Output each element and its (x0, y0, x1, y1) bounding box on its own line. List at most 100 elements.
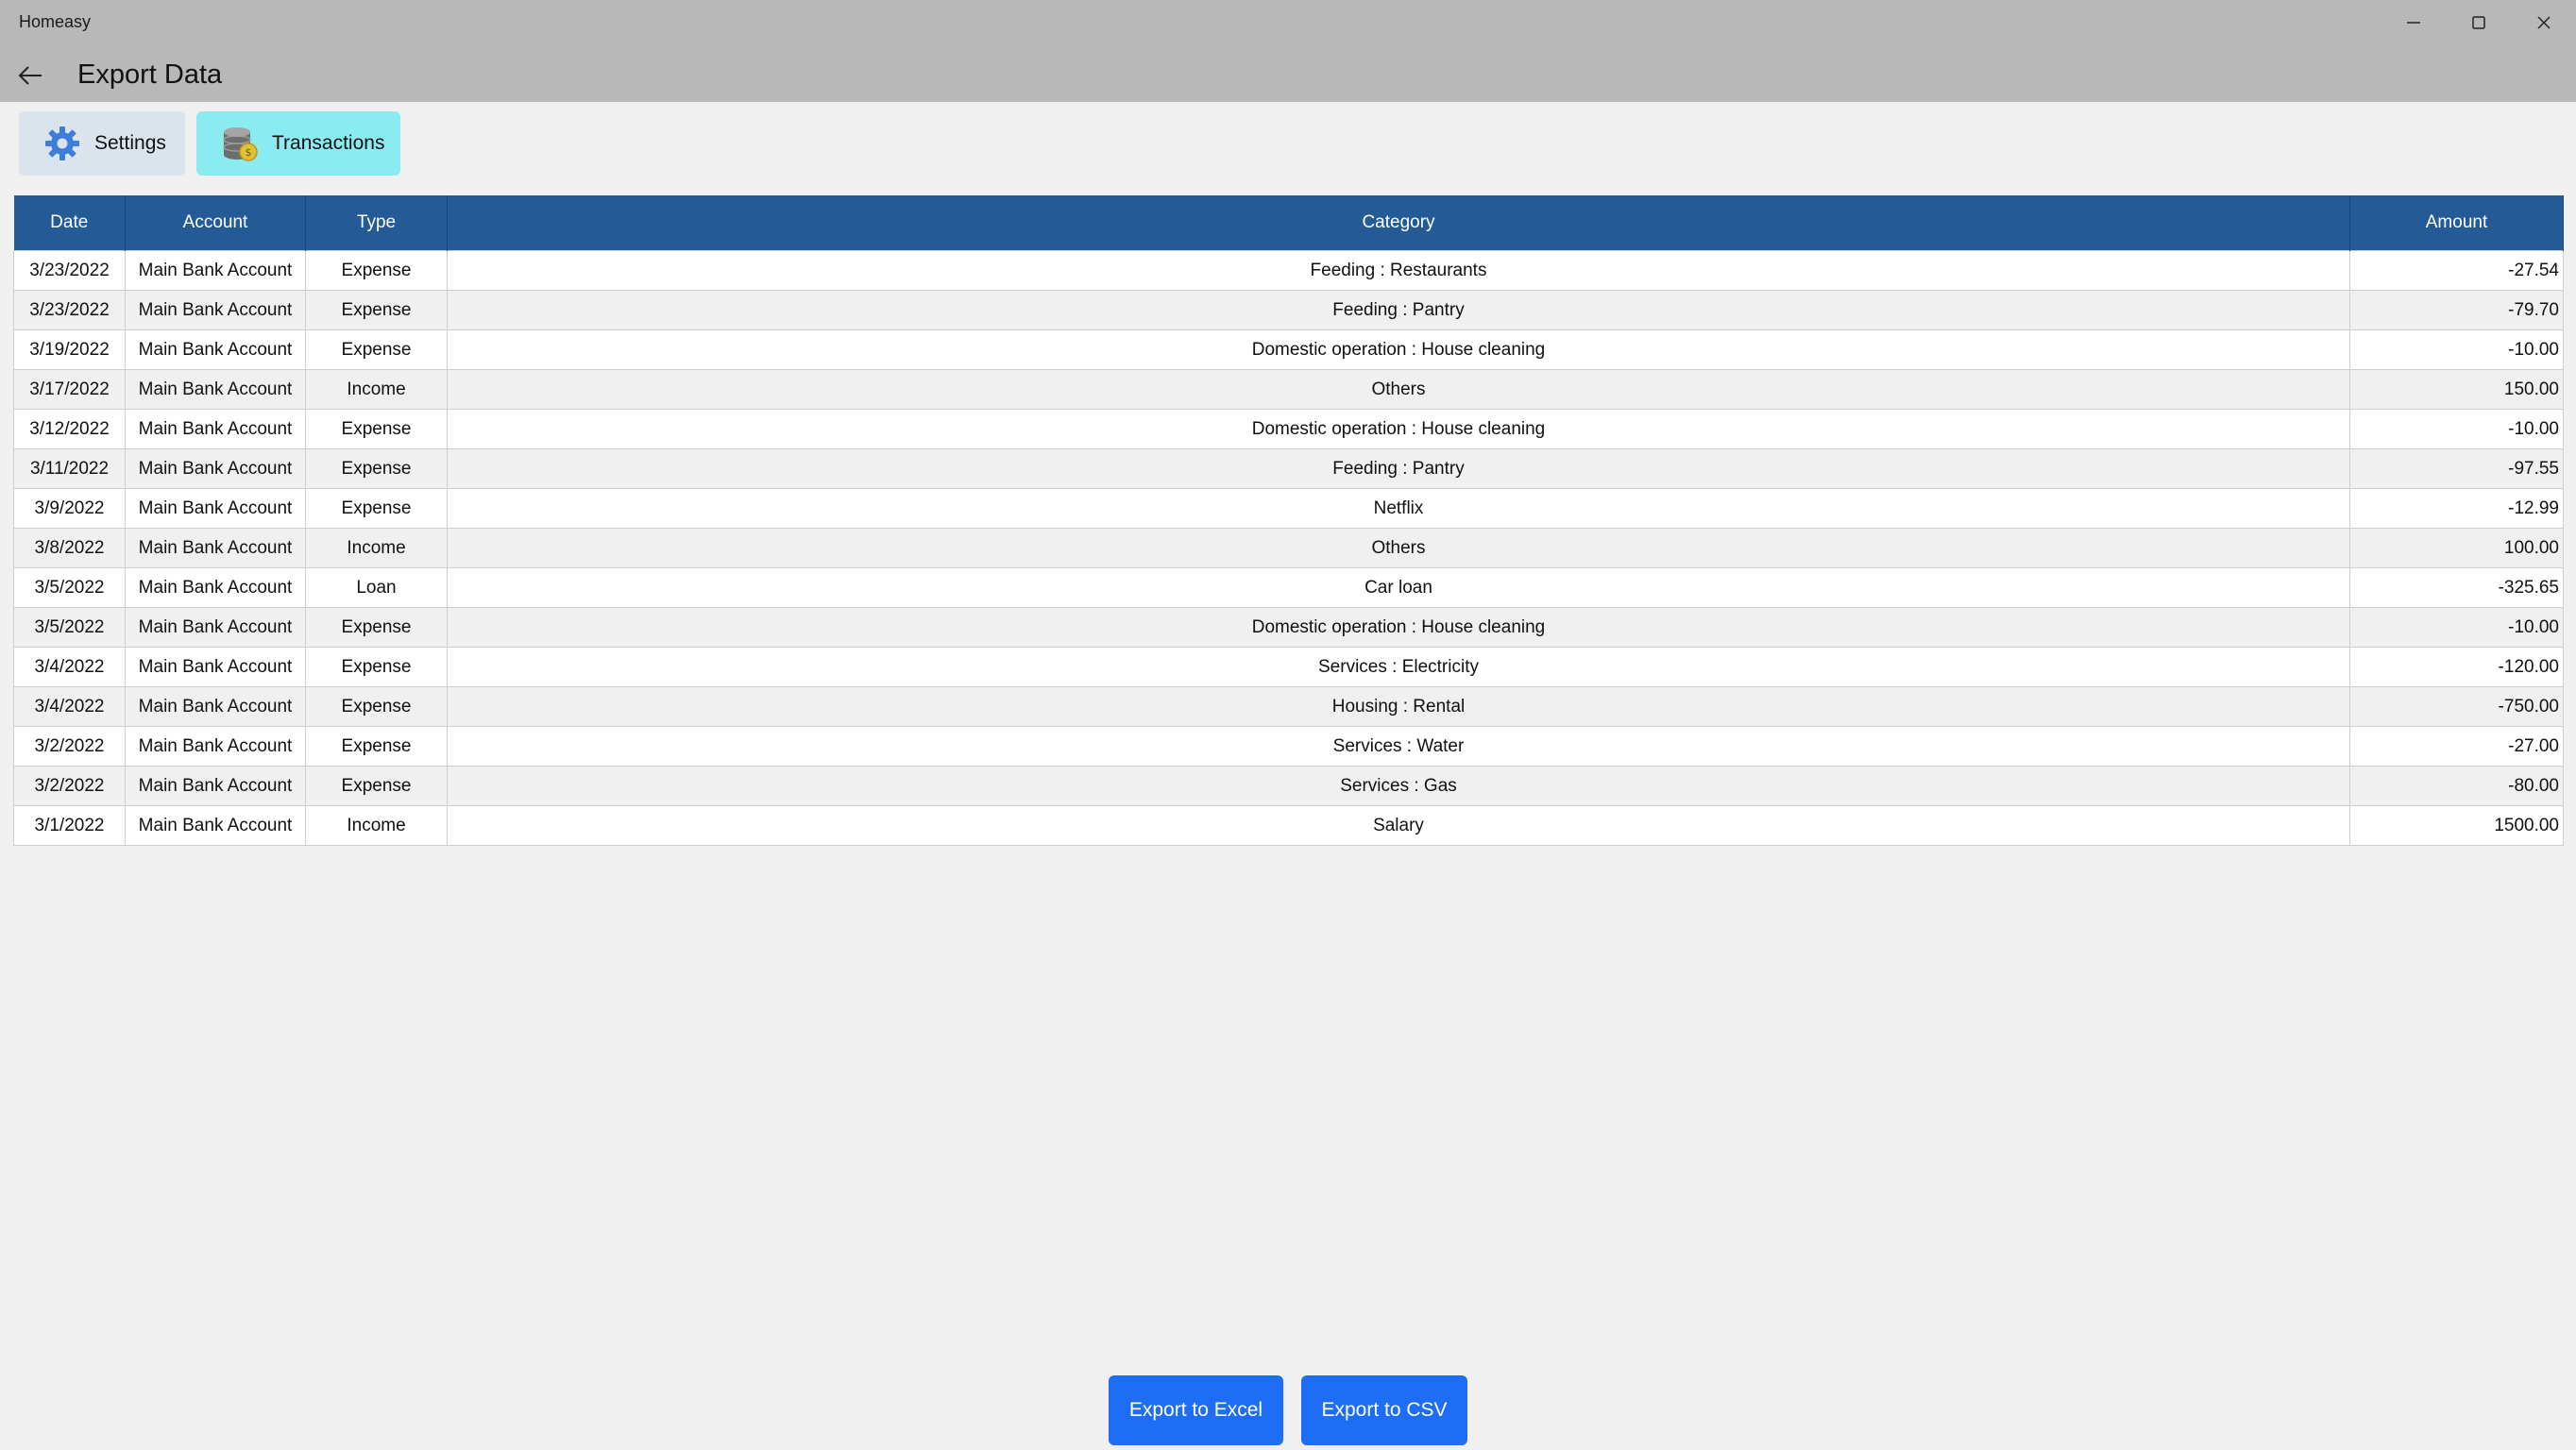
table-row[interactable]: 3/11/2022 Main Bank Account Expense Feed… (13, 448, 2564, 489)
transactions-table: Date Account Type Category Amount 3/23/2… (13, 195, 2564, 846)
title-bar: Homeasy Export Data (0, 0, 2576, 102)
cell-date: 3/2/2022 (13, 766, 126, 806)
cell-date: 3/4/2022 (13, 686, 126, 727)
cell-type: Expense (305, 409, 448, 449)
table-row[interactable]: 3/5/2022 Main Bank Account Loan Car loan… (13, 567, 2564, 608)
column-header-type[interactable]: Type (305, 195, 448, 251)
table-row[interactable]: 3/1/2022 Main Bank Account Income Salary… (13, 805, 2564, 846)
page-title: Export Data (77, 59, 223, 90)
cell-date: 3/4/2022 (13, 647, 126, 687)
table-row[interactable]: 3/4/2022 Main Bank Account Expense Housi… (13, 686, 2564, 727)
export-actions: Export to Excel Export to CSV (1109, 1375, 1467, 1445)
table-row[interactable]: 3/9/2022 Main Bank Account Expense Netfl… (13, 488, 2564, 529)
cell-category: Feeding : Restaurants (447, 250, 2350, 291)
cell-amount: 1500.00 (2349, 805, 2564, 846)
table-header-row: Date Account Type Category Amount (13, 195, 2564, 251)
export-excel-button[interactable]: Export to Excel (1109, 1375, 1283, 1445)
cell-type: Expense (305, 448, 448, 489)
cell-account: Main Bank Account (125, 805, 306, 846)
cell-amount: -10.00 (2349, 329, 2564, 370)
cell-category: Netflix (447, 488, 2350, 529)
window-controls (2381, 0, 2576, 45)
cell-account: Main Bank Account (125, 726, 306, 767)
cell-date: 3/11/2022 (13, 448, 126, 489)
back-arrow-icon (18, 66, 42, 85)
cell-amount: -10.00 (2349, 409, 2564, 449)
cell-category: Housing : Rental (447, 686, 2350, 727)
column-header-account[interactable]: Account (125, 195, 306, 251)
cell-account: Main Bank Account (125, 488, 306, 529)
column-header-date[interactable]: Date (13, 195, 126, 251)
cell-amount: 100.00 (2349, 528, 2564, 568)
table-body: 3/23/2022 Main Bank Account Expense Feed… (13, 250, 2564, 846)
cell-type: Expense (305, 686, 448, 727)
cell-type: Income (305, 369, 448, 410)
cell-type: Income (305, 528, 448, 568)
cell-account: Main Bank Account (125, 250, 306, 291)
cell-category: Feeding : Pantry (447, 290, 2350, 330)
table-row[interactable]: 3/19/2022 Main Bank Account Expense Dome… (13, 329, 2564, 370)
cell-amount: -79.70 (2349, 290, 2564, 330)
table-row[interactable]: 3/5/2022 Main Bank Account Expense Domes… (13, 607, 2564, 648)
cell-date: 3/1/2022 (13, 805, 126, 846)
cell-category: Domestic operation : House cleaning (447, 607, 2350, 648)
close-icon (2536, 16, 2551, 29)
gear-icon (43, 125, 81, 162)
cell-type: Income (305, 805, 448, 846)
table-row[interactable]: 3/2/2022 Main Bank Account Expense Servi… (13, 726, 2564, 767)
table-row[interactable]: 3/12/2022 Main Bank Account Expense Dome… (13, 409, 2564, 449)
cell-amount: -80.00 (2349, 766, 2564, 806)
cell-date: 3/12/2022 (13, 409, 126, 449)
cell-account: Main Bank Account (125, 686, 306, 727)
cell-amount: -750.00 (2349, 686, 2564, 727)
export-csv-button[interactable]: Export to CSV (1301, 1375, 1467, 1445)
tab-transactions[interactable]: $ Transactions (196, 111, 400, 176)
table-row[interactable]: 3/23/2022 Main Bank Account Expense Feed… (13, 290, 2564, 330)
table-row[interactable]: 3/8/2022 Main Bank Account Income Others… (13, 528, 2564, 568)
cell-date: 3/8/2022 (13, 528, 126, 568)
close-button[interactable] (2511, 0, 2576, 45)
cell-type: Expense (305, 250, 448, 291)
cell-account: Main Bank Account (125, 290, 306, 330)
cell-category: Services : Gas (447, 766, 2350, 806)
cell-category: Others (447, 369, 2350, 410)
app-title: Homeasy (19, 12, 92, 31)
cell-type: Expense (305, 647, 448, 687)
cell-category: Domestic operation : House cleaning (447, 409, 2350, 449)
cell-amount: -325.65 (2349, 567, 2564, 608)
column-header-category[interactable]: Category (447, 195, 2350, 251)
cell-account: Main Bank Account (125, 567, 306, 608)
cell-type: Expense (305, 488, 448, 529)
cell-type: Expense (305, 766, 448, 806)
tab-settings-label: Settings (94, 132, 166, 154)
cell-account: Main Bank Account (125, 448, 306, 489)
table-row[interactable]: 3/2/2022 Main Bank Account Expense Servi… (13, 766, 2564, 806)
cell-amount: -27.00 (2349, 726, 2564, 767)
table-row[interactable]: 3/4/2022 Main Bank Account Expense Servi… (13, 647, 2564, 687)
app-window: Homeasy Export Data Settings $ Transacti… (0, 0, 2576, 1450)
back-button[interactable] (13, 59, 47, 93)
cell-category: Car loan (447, 567, 2350, 608)
cell-type: Expense (305, 329, 448, 370)
cell-amount: -27.54 (2349, 250, 2564, 291)
cell-category: Salary (447, 805, 2350, 846)
table-row[interactable]: 3/23/2022 Main Bank Account Expense Feed… (13, 250, 2564, 291)
cell-date: 3/9/2022 (13, 488, 126, 529)
column-header-amount[interactable]: Amount (2349, 195, 2564, 251)
cell-date: 3/17/2022 (13, 369, 126, 410)
cell-account: Main Bank Account (125, 766, 306, 806)
cell-date: 3/5/2022 (13, 567, 126, 608)
mode-tabs: Settings $ Transactions (19, 111, 400, 176)
database-coin-icon: $ (221, 125, 259, 162)
minimize-button[interactable] (2381, 0, 2446, 45)
maximize-button[interactable] (2446, 0, 2511, 45)
cell-amount: -12.99 (2349, 488, 2564, 529)
cell-type: Expense (305, 290, 448, 330)
cell-account: Main Bank Account (125, 607, 306, 648)
cell-account: Main Bank Account (125, 647, 306, 687)
cell-category: Feeding : Pantry (447, 448, 2350, 489)
tab-settings[interactable]: Settings (19, 111, 185, 176)
cell-account: Main Bank Account (125, 528, 306, 568)
cell-amount: -120.00 (2349, 647, 2564, 687)
table-row[interactable]: 3/17/2022 Main Bank Account Income Other… (13, 369, 2564, 410)
